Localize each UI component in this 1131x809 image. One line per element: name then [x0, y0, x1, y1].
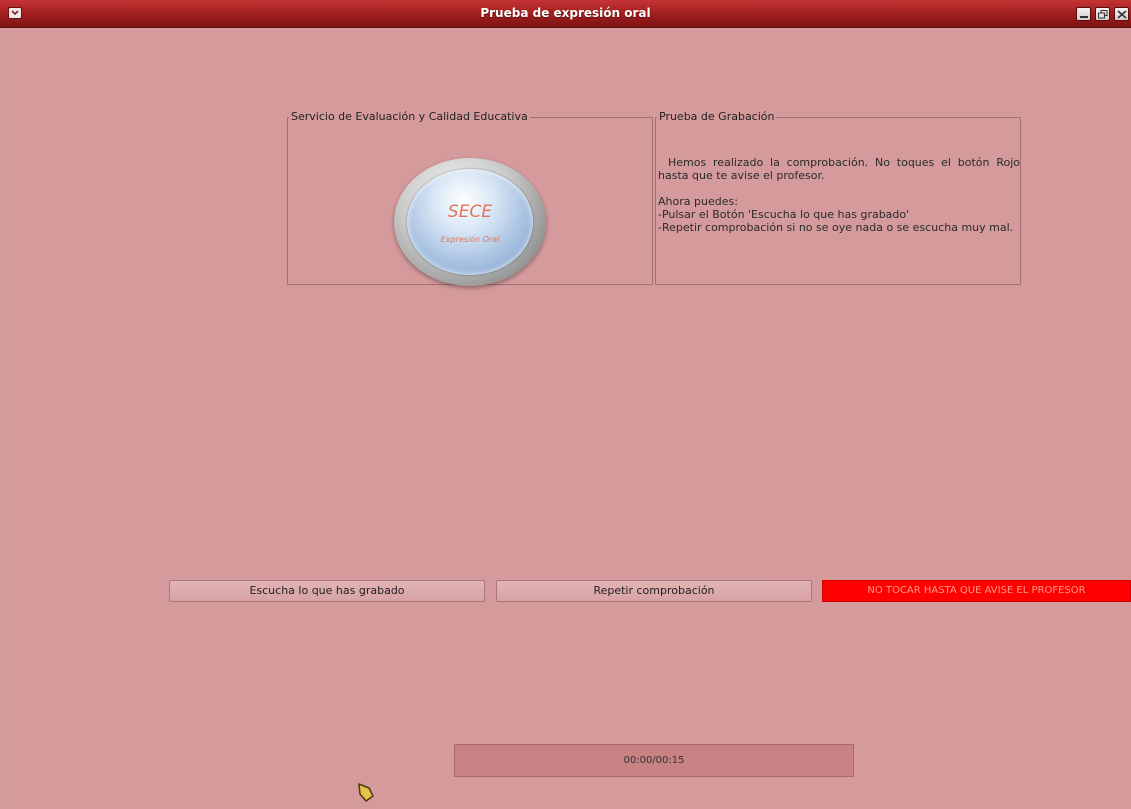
close-button[interactable]	[1114, 7, 1129, 21]
main-panel: Servicio de Evaluación y Calidad Educati…	[7, 28, 1131, 809]
minimize-button[interactable]	[1076, 7, 1091, 21]
listen-recording-button[interactable]: Escucha lo que has grabado	[169, 580, 485, 602]
logo-group-legend: Servicio de Evaluación y Calidad Educati…	[289, 110, 530, 123]
info-line-1: Hemos realizado la comprobación. No toqu…	[658, 156, 1020, 182]
logo-title: SECE	[447, 202, 493, 222]
sece-logo: SECE Expresión Oral	[394, 158, 546, 286]
restore-icon	[1098, 10, 1108, 19]
info-group-legend: Prueba de Grabación	[657, 110, 777, 123]
mouse-cursor-icon	[358, 783, 374, 802]
window-title: Prueba de expresión oral	[480, 6, 651, 20]
recording-timer: 00:00/00:15	[454, 744, 854, 777]
do-not-touch-button[interactable]: NO TOCAR HASTA QUE AVISE EL PROFESOR	[822, 580, 1131, 602]
info-line-2: Ahora puedes:	[658, 195, 738, 208]
title-bar: Prueba de expresión oral	[0, 0, 1131, 28]
minimize-icon	[1080, 16, 1088, 18]
info-message: Hemos realizado la comprobación. No toqu…	[658, 156, 1020, 234]
repeat-check-button[interactable]: Repetir comprobación	[496, 580, 812, 602]
logo-group: Servicio de Evaluación y Calidad Educati…	[287, 110, 653, 286]
info-line-4: -Repetir comprobación si no se oye nada …	[658, 221, 1014, 234]
info-group: Prueba de Grabación Hemos realizado la c…	[655, 110, 1021, 285]
info-line-3: -Pulsar el Botón 'Escucha lo que has gra…	[658, 208, 910, 221]
restore-button[interactable]	[1095, 7, 1110, 21]
close-icon	[1117, 10, 1127, 19]
logo-subtitle: Expresión Oral	[440, 235, 500, 244]
